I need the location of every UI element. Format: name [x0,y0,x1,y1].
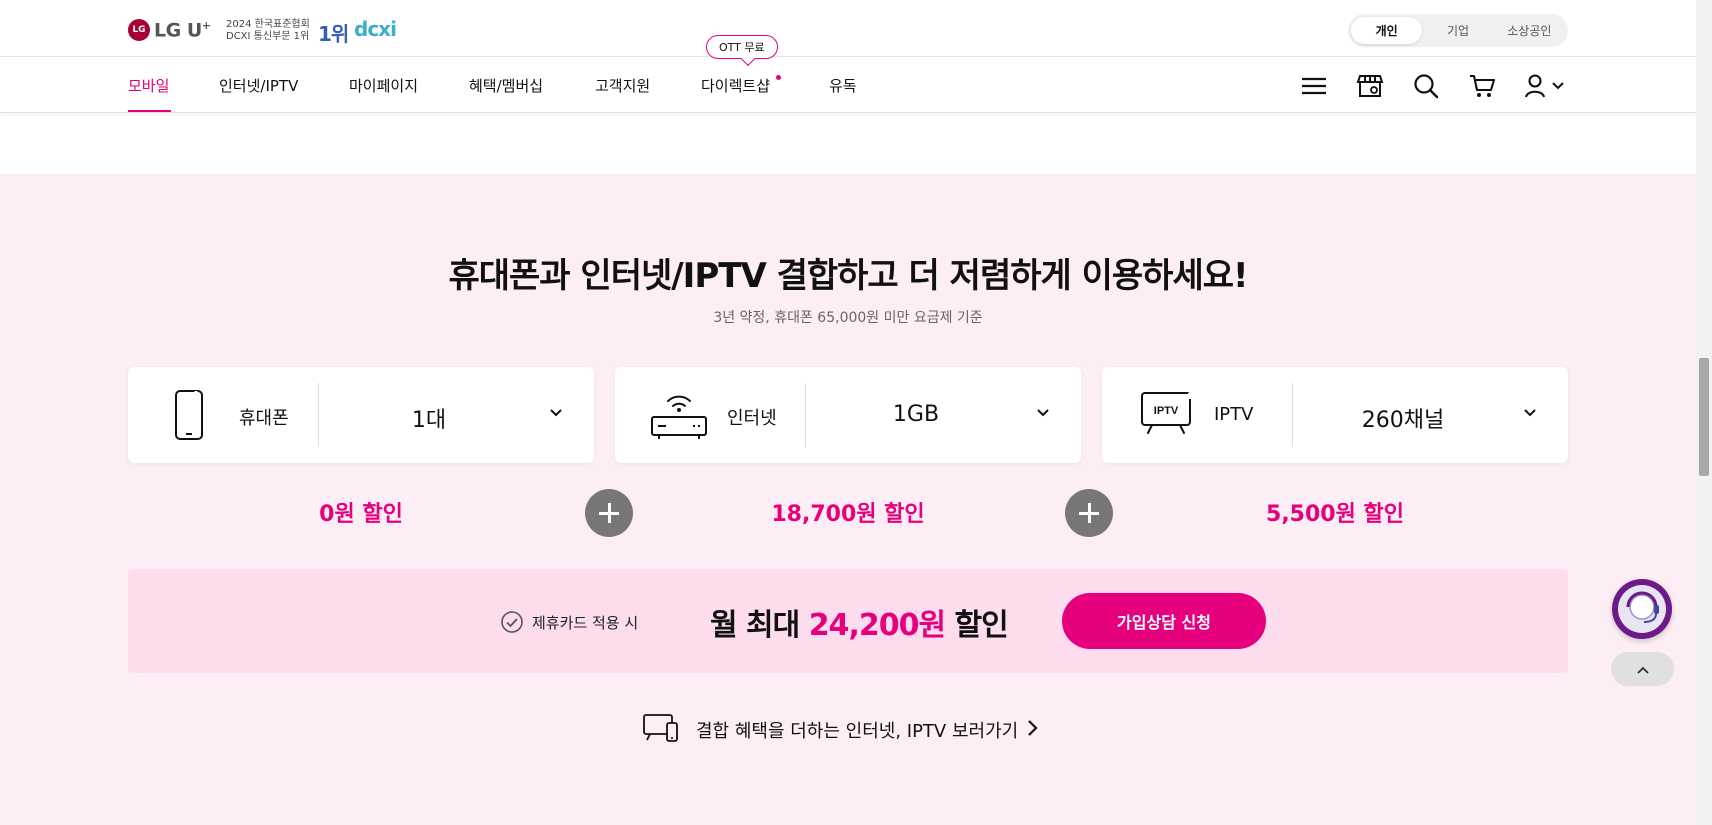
segment-business[interactable]: 기업 [1422,17,1493,44]
chatbot-avatar-icon [1618,585,1666,633]
promo-headline: 휴대폰과 인터넷/IPTV 결합하고 더 저렴하게 이용하세요! [448,256,1248,296]
page-scrollbar[interactable] [1696,0,1712,825]
segment-personal[interactable]: 개인 [1351,17,1423,44]
iptv-selector-card[interactable]: IPTV IPTV 260채널 [1102,367,1568,463]
iptv-discount: 5,500원 할인 [1266,502,1404,527]
scrollbar-thumb[interactable] [1699,358,1709,476]
chevron-down-icon[interactable] [1035,405,1051,425]
total-amount: 24,200원 [808,608,946,643]
award-line-2: DCXI 통신부문 1위 [226,31,310,42]
cart-icon[interactable] [1468,72,1496,100]
nav-item-youdok[interactable]: 유독 [829,75,857,96]
router-icon [649,387,709,447]
nav-item-benefits[interactable]: 혜택/멤버십 [469,75,543,96]
tv-icon-text: IPTV [1154,405,1179,417]
total-discount-text: 월 최대 24,200원 할인 [710,600,1009,644]
total-suffix: 할인 [945,608,1009,643]
nav-item-support[interactable]: 고객지원 [595,75,650,96]
chevron-right-icon [1026,719,1038,741]
chevron-down-icon[interactable] [548,405,564,425]
dcxi-logo: dcxi [354,17,397,41]
iptv-channel-select[interactable]: 260채널 [1293,402,1513,434]
store-icon[interactable] [1356,72,1384,100]
award-rank: 1위 [318,22,349,46]
internet-selector-card[interactable]: 인터넷 1GB [615,367,1081,463]
award-line-1: 2024 한국표준협회 [226,19,310,30]
internet-speed-select[interactable]: 1GB [806,402,1026,427]
ott-free-badge: OTT 무료 [706,35,778,59]
lg-uplus-logo[interactable]: LG LG U+ [128,19,211,42]
phone-label: 휴대폰 [239,408,289,429]
main-nav: 모바일 인터넷/IPTV 마이페이지 혜택/멤버십 고객지원 다이렉트샵 유독 [0,57,1696,113]
active-nav-underline [128,110,171,112]
check-circle-icon [500,610,524,638]
chevron-down-icon[interactable] [1522,405,1538,425]
award-caption: 2024 한국표준협회 DCXI 통신부문 1위 [226,19,310,43]
promo-subline: 3년 약정, 휴대폰 65,000원 미만 요금제 기준 [713,310,983,326]
phone-icon [168,389,208,445]
search-icon[interactable] [1412,72,1440,100]
phone-count-select[interactable]: 1대 [319,402,539,434]
segment-small-business[interactable]: 소상공인 [1494,17,1565,44]
logo-wordmark: LG U [154,19,202,42]
iptv-label: IPTV [1214,404,1254,425]
menu-icon[interactable] [1300,72,1328,100]
internet-discount: 18,700원 할인 [771,502,925,527]
phone-discount: 0원 할인 [319,502,403,527]
logo-plus: + [201,19,211,32]
top-bar: LG LG U+ 2024 한국표준협회 DCXI 통신부문 1위 1위 dcx… [0,0,1696,57]
tv-icon: IPTV [1140,391,1194,441]
scroll-to-top-button[interactable] [1611,652,1674,686]
user-icon[interactable] [1524,72,1566,100]
logo-text: LG U+ [154,19,211,42]
internet-label: 인터넷 [727,408,777,429]
apply-consult-button[interactable]: 가입상담 신청 [1062,593,1266,649]
nav-item-directshop[interactable]: 다이렉트샵 [701,75,770,96]
partner-card-condition: 제휴카드 적용 시 [532,614,639,632]
total-prefix: 월 최대 [710,608,809,643]
bundle-benefits-link[interactable]: 결합 혜택을 더하는 인터넷, IPTV 보러가기 [642,714,1038,746]
new-dot-indicator [776,75,781,80]
bundle-benefits-link-text: 결합 혜택을 더하는 인터넷, IPTV 보러가기 [696,721,1019,742]
nav-item-mobile[interactable]: 모바일 [128,75,169,96]
chevron-up-icon [1636,660,1650,679]
chatbot-button[interactable] [1612,579,1672,639]
lg-logo-icon: LG [128,19,150,42]
customer-type-switch: 개인 기업 소상공인 [1348,14,1568,47]
nav-item-internet-iptv[interactable]: 인터넷/IPTV [219,75,298,96]
phone-selector-card[interactable]: 휴대폰 1대 [128,367,594,463]
devices-icon [642,712,680,748]
nav-item-mypage[interactable]: 마이페이지 [349,75,418,96]
